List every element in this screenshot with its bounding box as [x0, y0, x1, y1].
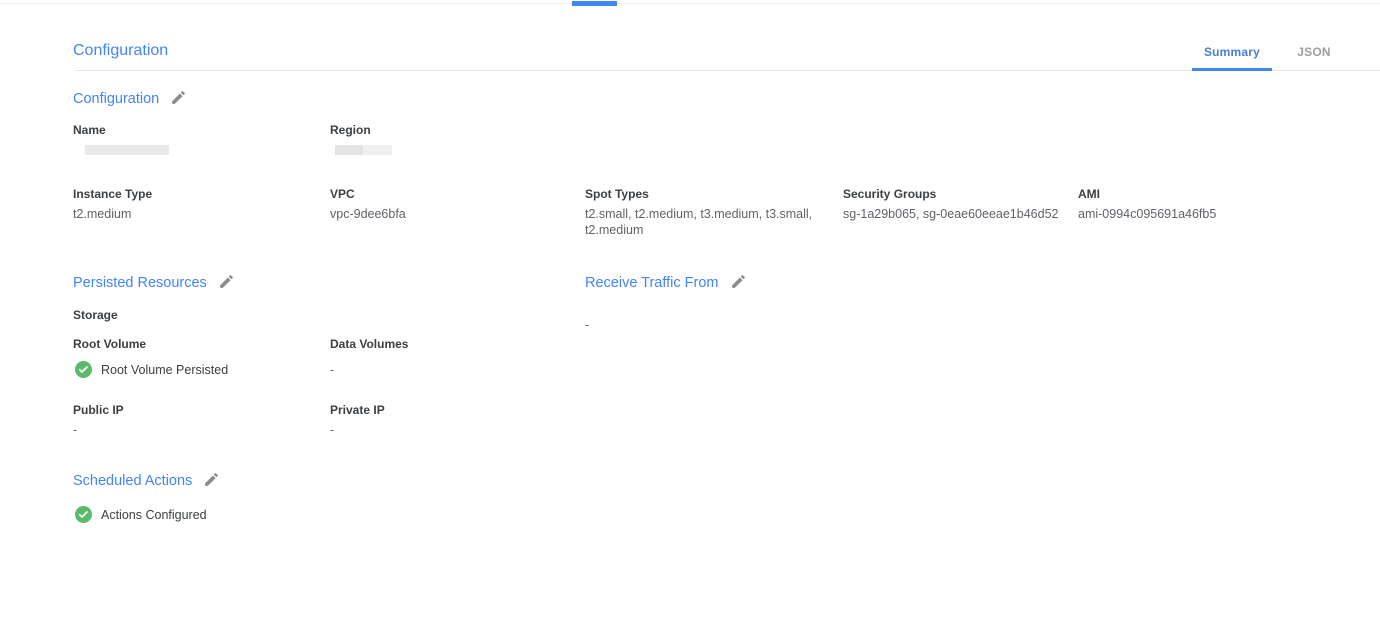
field-private-ip: Private IP — [330, 403, 385, 417]
configuration-section-heading: Configuration — [73, 89, 187, 109]
field-spot-types: Spot Types t2.small, t2.medium, t3.mediu… — [585, 187, 817, 238]
pencil-icon — [730, 273, 747, 293]
check-circle-icon — [75, 361, 92, 378]
field-instance-type-value: t2.medium — [73, 206, 152, 222]
field-data-volumes-label: Data Volumes — [330, 337, 408, 351]
check-circle-icon — [75, 506, 92, 523]
pencil-icon — [203, 471, 220, 491]
field-root-volume-label: Root Volume — [73, 337, 146, 351]
field-ami-label: AMI — [1078, 187, 1216, 201]
tab-summary-active-underline — [1192, 68, 1272, 71]
field-public-ip-label: Public IP — [73, 403, 124, 417]
field-region-label: Region — [330, 123, 392, 137]
storage-subsection-label: Storage — [73, 308, 118, 322]
field-vpc: VPC vpc-9dee6bfa — [330, 187, 406, 222]
receive-traffic-section-title: Receive Traffic From — [585, 275, 719, 291]
root-volume-status-text: Root Volume Persisted — [101, 363, 228, 377]
field-private-ip-label: Private IP — [330, 403, 385, 417]
data-volumes-value: - — [330, 363, 334, 377]
field-data-volumes: Data Volumes — [330, 337, 408, 351]
field-ami-value: ami-0994c095691a46fb5 — [1078, 206, 1216, 222]
configuration-summary-page: Configuration Summary JSON Configuration… — [0, 0, 1380, 631]
persisted-resources-section-title: Persisted Resources — [73, 275, 207, 291]
edit-configuration-button[interactable] — [170, 89, 187, 109]
field-ami: AMI ami-0994c095691a46fb5 — [1078, 187, 1216, 222]
field-region: Region — [330, 123, 392, 155]
tab-json[interactable]: JSON — [1284, 45, 1344, 59]
tab-summary[interactable]: Summary — [1192, 45, 1272, 59]
scheduled-actions-section-title: Scheduled Actions — [73, 473, 192, 489]
field-name-label: Name — [73, 123, 169, 137]
page-title: Configuration — [73, 42, 168, 60]
field-spot-types-label: Spot Types — [585, 187, 817, 201]
header-divider — [75, 70, 1380, 71]
configuration-section-title: Configuration — [73, 91, 159, 107]
pencil-icon — [170, 89, 187, 109]
field-security-groups-value: sg-1a29b065, sg-0eae60eeae1b46d52 — [843, 206, 1058, 222]
scheduled-actions-section-heading: Scheduled Actions — [73, 471, 220, 491]
public-ip-value: - — [73, 423, 77, 437]
top-active-tab-indicator — [572, 1, 617, 6]
field-name: Name — [73, 123, 169, 155]
field-name-redacted-value — [85, 145, 169, 155]
persisted-resources-section-heading: Persisted Resources — [73, 273, 235, 293]
root-volume-status: Root Volume Persisted — [75, 361, 228, 378]
field-public-ip: Public IP — [73, 403, 124, 417]
receive-traffic-section-heading: Receive Traffic From — [585, 273, 747, 293]
field-root-volume: Root Volume — [73, 337, 146, 351]
field-instance-type: Instance Type t2.medium — [73, 187, 152, 222]
top-tabbar-divider — [0, 3, 1380, 4]
pencil-icon — [218, 273, 235, 293]
field-vpc-value: vpc-9dee6bfa — [330, 206, 406, 222]
field-vpc-label: VPC — [330, 187, 406, 201]
field-spot-types-value: t2.small, t2.medium, t3.medium, t3.small… — [585, 206, 817, 238]
field-region-redacted-value — [335, 145, 392, 155]
scheduled-actions-status-text: Actions Configured — [101, 508, 207, 522]
edit-persisted-resources-button[interactable] — [218, 273, 235, 293]
edit-scheduled-actions-button[interactable] — [203, 471, 220, 491]
private-ip-value: - — [330, 423, 334, 437]
receive-traffic-value: - — [585, 318, 589, 332]
scheduled-actions-status: Actions Configured — [75, 506, 207, 523]
edit-receive-traffic-button[interactable] — [730, 273, 747, 293]
field-instance-type-label: Instance Type — [73, 187, 152, 201]
field-security-groups: Security Groups sg-1a29b065, sg-0eae60ee… — [843, 187, 1058, 222]
field-security-groups-label: Security Groups — [843, 187, 1058, 201]
